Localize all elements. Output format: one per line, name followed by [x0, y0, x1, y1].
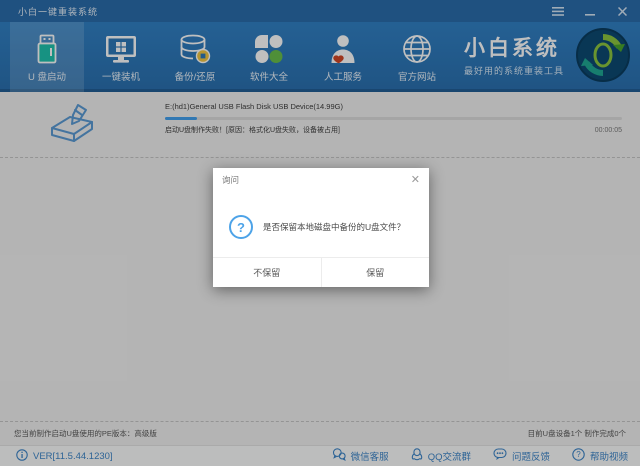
keep-button[interactable]: 保留 [322, 258, 430, 287]
dialog-body: ? 是否保留本地磁盘中备份的U盘文件？ [213, 192, 429, 252]
dialog-title: 询问 [222, 174, 239, 186]
dialog-footer: 不保留 保留 [213, 257, 429, 287]
app-window: 小白一键重装系统 U 盘 [0, 0, 640, 466]
discard-button[interactable]: 不保留 [213, 258, 322, 287]
question-dialog: 询问 ✕ ? 是否保留本地磁盘中备份的U盘文件？ 不保留 保留 [213, 168, 429, 287]
dialog-titlebar: 询问 ✕ [213, 168, 429, 192]
dialog-message: 是否保留本地磁盘中备份的U盘文件？ [263, 221, 405, 233]
dialog-close-icon[interactable]: ✕ [411, 175, 420, 186]
question-mark-icon: ? [229, 215, 253, 239]
